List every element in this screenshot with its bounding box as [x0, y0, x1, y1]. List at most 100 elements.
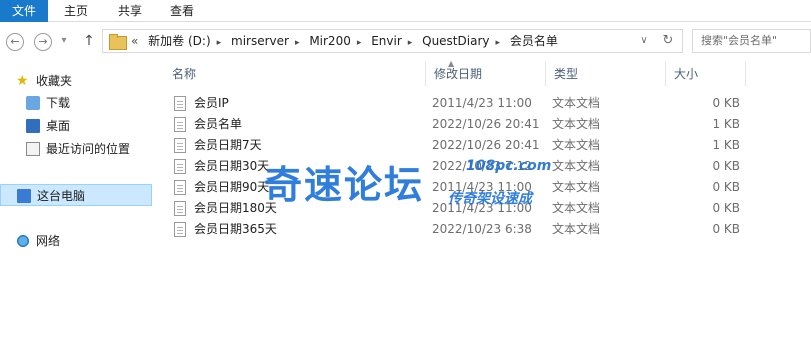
column-headers: ▲ 名称 修改日期 类型 大小: [156, 59, 746, 86]
file-row[interactable]: 会员日期30天 2022/10/23 7:12 文本文档 0 KB: [156, 156, 746, 177]
file-type: 文本文档: [552, 117, 601, 131]
text-file-icon: [174, 222, 186, 237]
text-file-icon: [174, 159, 186, 174]
column-header-name[interactable]: 名称: [164, 62, 426, 86]
ribbon-tabs: 文件 主页 共享 查看: [0, 0, 811, 22]
breadcrumb-questdiary[interactable]: QuestDiary: [422, 34, 489, 48]
sidebar-item-network[interactable]: 网络: [0, 230, 152, 252]
search-input[interactable]: 搜索"会员名单": [692, 29, 811, 53]
text-file-icon: [174, 138, 186, 153]
file-date: 2011/4/23 11:00: [432, 201, 532, 215]
file-date: 2022/10/26 20:41: [432, 117, 540, 131]
address-bar[interactable]: « 新加卷 (D:) ▸ mirserver ▸ Mir200 ▸ Envir ▸ Qu…: [102, 29, 683, 53]
up-arrow-icon: ↑: [83, 33, 95, 49]
breadcrumb-separator-icon[interactable]: ▸: [295, 38, 300, 48]
tab-view[interactable]: 查看: [160, 0, 204, 22]
sidebar-item-label: 下载: [46, 96, 71, 110]
file-name: 会员日期7天: [194, 138, 262, 152]
file-name: 会员日期180天: [194, 201, 277, 215]
file-name: 会员IP: [194, 96, 229, 110]
file-size: 0 KB: [712, 222, 740, 236]
breadcrumb-drive[interactable]: 新加卷 (D:): [148, 34, 210, 48]
file-row[interactable]: 会员日期7天 2022/10/26 20:41 文本文档 1 KB: [156, 135, 746, 156]
forward-button[interactable]: →: [32, 30, 54, 52]
file-row[interactable]: 会员名单 2022/10/26 20:41 文本文档 1 KB: [156, 114, 746, 135]
sidebar-item-this-pc[interactable]: 这台电脑: [0, 184, 152, 206]
text-file-icon: [174, 96, 186, 111]
desktop-icon: [26, 119, 40, 133]
recent-locations-button[interactable]: ▾: [56, 30, 72, 52]
text-file-icon: [174, 180, 186, 195]
file-type: 文本文档: [552, 201, 601, 215]
text-file-icon: [174, 117, 186, 132]
file-row[interactable]: 会员日期365天 2022/10/23 6:38 文本文档 0 KB: [156, 219, 746, 240]
recent-places-icon: [26, 142, 40, 156]
sidebar-item-label: 桌面: [46, 119, 71, 133]
file-size: 1 KB: [712, 117, 740, 131]
breadcrumb-current[interactable]: 会员名单: [510, 34, 558, 48]
breadcrumb-separator-icon[interactable]: ▸: [495, 38, 500, 48]
breadcrumb-mir200[interactable]: Mir200: [309, 34, 351, 48]
breadcrumb-separator-icon[interactable]: ▸: [217, 38, 222, 48]
downloads-folder-icon: [26, 96, 40, 110]
file-row[interactable]: 会员日期180天 2011/4/23 11:00 文本文档 0 KB: [156, 198, 746, 219]
file-date: 2022/10/23 6:38: [432, 222, 532, 236]
tab-home[interactable]: 主页: [54, 0, 98, 22]
column-header-date[interactable]: 修改日期: [426, 62, 546, 86]
sidebar-item-label: 这台电脑: [37, 189, 86, 203]
sidebar-item-favorites[interactable]: ★ 收藏夹: [0, 70, 152, 92]
address-dropdown-icon[interactable]: ∨: [634, 30, 654, 52]
breadcrumb: « 新加卷 (D:) ▸ mirserver ▸ Mir200 ▸ Envir ▸ Qu…: [131, 30, 558, 52]
computer-icon: [17, 189, 31, 203]
network-icon: [16, 234, 30, 248]
file-size: 1 KB: [712, 138, 740, 152]
file-type: 文本文档: [552, 222, 601, 236]
breadcrumb-separator-icon[interactable]: ▸: [357, 38, 362, 48]
search-placeholder: 搜索"会员名单": [701, 34, 778, 47]
file-row[interactable]: 会员日期90天 2011/4/23 11:00 文本文档 0 KB: [156, 177, 746, 198]
file-type: 文本文档: [552, 180, 601, 194]
file-size: 0 KB: [712, 96, 740, 110]
column-header-type[interactable]: 类型: [546, 62, 666, 86]
file-size: 0 KB: [712, 201, 740, 215]
breadcrumb-separator-icon[interactable]: ▸: [408, 38, 413, 48]
file-name: 会员日期90天: [194, 180, 270, 194]
file-date: 2011/4/23 11:00: [432, 180, 532, 194]
file-name: 会员日期30天: [194, 159, 270, 173]
file-type: 文本文档: [552, 159, 601, 173]
refresh-icon[interactable]: ↻: [658, 30, 678, 52]
file-list: 会员IP 2011/4/23 11:00 文本文档 0 KB 会员名单 2022…: [156, 93, 746, 240]
sidebar-item-label: 收藏夹: [36, 74, 73, 88]
sidebar-item-label: 网络: [36, 234, 61, 248]
file-date: 2022/10/23 7:12: [432, 159, 532, 173]
breadcrumb-mirserver[interactable]: mirserver: [231, 34, 289, 48]
sidebar-item-recent-places[interactable]: 最近访问的位置: [0, 138, 152, 160]
file-date: 2022/10/26 20:41: [432, 138, 540, 152]
folder-icon: [109, 34, 127, 50]
column-header-size[interactable]: 大小: [666, 62, 746, 86]
file-size: 0 KB: [712, 159, 740, 173]
tab-file[interactable]: 文件: [0, 0, 48, 22]
back-button[interactable]: ←: [4, 30, 26, 52]
navigation-pane: ★ 收藏夹 下载 桌面 最近访问的位置 这台电脑 网络: [0, 62, 156, 350]
sidebar-item-label: 最近访问的位置: [46, 142, 131, 156]
breadcrumb-envir[interactable]: Envir: [371, 34, 402, 48]
chevron-down-icon: ▾: [61, 35, 67, 46]
sidebar-item-downloads[interactable]: 下载: [0, 92, 152, 114]
navigation-bar: ← → ▾ ↑ « 新加卷 (D:) ▸ mirserver ▸ Mir200 ▸ E…: [0, 26, 811, 56]
file-date: 2011/4/23 11:00: [432, 96, 532, 110]
sidebar-item-desktop[interactable]: 桌面: [0, 115, 152, 137]
back-arrow-icon: ←: [6, 33, 24, 51]
text-file-icon: [174, 201, 186, 216]
breadcrumb-overflow[interactable]: «: [131, 34, 138, 48]
file-type: 文本文档: [552, 138, 601, 152]
file-name: 会员名单: [194, 117, 243, 131]
star-icon: ★: [16, 73, 29, 89]
file-row[interactable]: 会员IP 2011/4/23 11:00 文本文档 0 KB: [156, 93, 746, 114]
up-button[interactable]: ↑: [78, 30, 100, 52]
file-type: 文本文档: [552, 96, 601, 110]
file-name: 会员日期365天: [194, 222, 277, 236]
file-size: 0 KB: [712, 180, 740, 194]
forward-arrow-icon: →: [34, 33, 52, 51]
tab-share[interactable]: 共享: [108, 0, 152, 22]
